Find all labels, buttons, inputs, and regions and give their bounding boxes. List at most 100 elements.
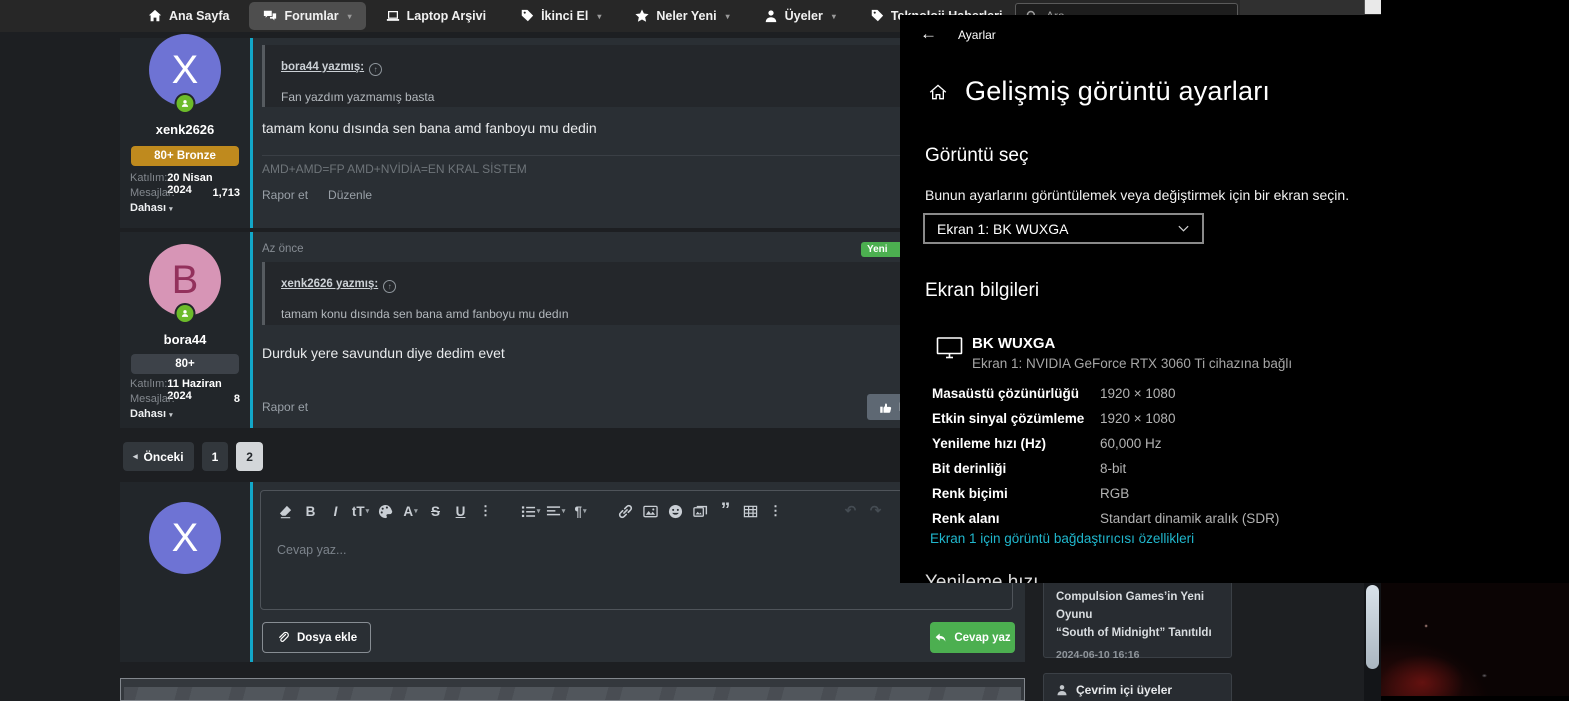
prev-label: Önceki (143, 449, 184, 464)
home-icon (148, 9, 162, 23)
redo-icon[interactable]: ↷ (865, 500, 886, 522)
info-label: Renk alanı (932, 511, 1000, 526)
pilcrow-glyph: ¶ (574, 503, 582, 519)
insert-media-icon[interactable] (690, 500, 711, 522)
user-messages-row: Mesajlar: 1,713 (130, 187, 240, 199)
banner-artwork (124, 687, 1021, 700)
list-button[interactable]: ▾ (520, 500, 541, 522)
paragraph-format-button[interactable]: ¶ ▾ (570, 500, 591, 522)
submit-reply-button[interactable]: Cevap yaz (930, 622, 1015, 653)
smilies-icon[interactable] (665, 500, 686, 522)
info-value: Standart dinamik aralık (SDR) (1100, 511, 1280, 526)
nav-ana-sayfa[interactable]: Ana Sayfa (134, 0, 243, 32)
info-row-desktop-resolution: Masaüstü çözünürlüğü 1920 × 1080 (932, 386, 1539, 401)
laptop-icon (386, 9, 400, 23)
display-connection: Ekran 1: NVIDIA GeForce RTX 3060 Ti ciha… (972, 356, 1293, 371)
nav-neler-yeni[interactable]: Neler Yeni ▾ (621, 0, 743, 32)
prev-page-button[interactable]: ◂ Önceki (123, 442, 194, 471)
text-color-icon[interactable] (375, 500, 396, 522)
news-title-line1: Compulsion Games’in Yeni Oyunu (1056, 591, 1205, 621)
reply-arrow-icon (935, 633, 946, 642)
undo-icon[interactable]: ↶ (840, 500, 861, 522)
reply-user-column: X (120, 482, 250, 662)
nav-label: Üyeler (784, 9, 823, 23)
alignment-button[interactable]: ▾ (545, 500, 566, 522)
scrollbar-thumb[interactable] (1366, 585, 1379, 669)
post-1: X xenk2626 80+ Bronze Katılım: 20 Nisan … (120, 34, 1025, 228)
post-message: Durduk yere savundun diye dedim evet (262, 345, 505, 361)
quote-text: Fan yazdım yazmamış basta (281, 90, 435, 104)
font-size-button[interactable]: tT ▾ (350, 500, 371, 522)
bottom-banner (120, 678, 1025, 701)
remove-format-icon[interactable] (275, 500, 296, 522)
username[interactable]: bora44 (120, 332, 250, 347)
nav-laptop-arsivi[interactable]: Laptop Arşivi (372, 0, 500, 32)
user-more-toggle[interactable]: Dahası ▾ (130, 408, 173, 420)
chevron-down-icon: ▾ (725, 11, 730, 21)
star-icon (635, 9, 649, 23)
info-label: Etkin sinyal çözümleme (932, 411, 1085, 426)
username[interactable]: xenk2626 (120, 122, 250, 137)
info-row-color-space: Renk alanı Standart dinamik aralık (SDR) (932, 511, 1539, 526)
chevron-down-icon: ▾ (597, 11, 602, 21)
nav-label: Ana Sayfa (169, 9, 230, 23)
sidebar-online-card: Çevrim içi üyeler (1043, 673, 1232, 701)
user-rank-badge: 80+ (131, 354, 239, 374)
settings-home-icon[interactable] (928, 82, 948, 102)
quote-expand-icon[interactable]: ↑ (383, 280, 397, 293)
post-footer: Rapor et (262, 400, 308, 414)
back-button[interactable]: ← (920, 24, 937, 44)
italic-button[interactable]: I (325, 500, 346, 522)
page-1-button[interactable]: 1 (201, 442, 229, 471)
nav-uyeler[interactable]: Üyeler ▾ (750, 0, 850, 32)
nav-label: İkinci El (541, 9, 589, 23)
quote-author-link[interactable]: bora44 yazmış: (281, 61, 364, 73)
reply-card: X B I tT ▾ A ▾ S U ⋮ ▾ ▾ ¶ ▾ ” ⋮ ↶ ↷ Cev… (120, 482, 1025, 662)
caret-down-icon: ▾ (169, 206, 173, 213)
nav-label: Forumlar (284, 9, 339, 23)
edit-link[interactable]: Düzenle (328, 188, 372, 202)
insert-quote-icon[interactable]: ” (715, 500, 736, 522)
attach-label: Dosya ekle (297, 631, 358, 644)
insert-link-icon[interactable] (615, 500, 636, 522)
scrollbar-thumb-top[interactable] (1364, 0, 1381, 14)
settings-page-heading: Gelişmiş görüntü ayarları (965, 76, 1271, 106)
caret-down-icon: ▾ (169, 412, 173, 419)
bold-button[interactable]: B (300, 500, 321, 522)
chevron-down-icon: ▾ (347, 11, 352, 21)
more-options-icon[interactable]: ⋮ (475, 500, 496, 522)
caret-down-icon: ▾ (365, 508, 370, 515)
strikethrough-button[interactable]: S (425, 500, 446, 522)
font-family-button[interactable]: A ▾ (400, 500, 421, 522)
report-link[interactable]: Rapor et (262, 400, 308, 414)
insert-table-icon[interactable] (740, 500, 761, 522)
avatar[interactable]: X (149, 34, 221, 112)
display-select-dropdown[interactable]: Ekran 1: BK WUXGA (923, 213, 1204, 244)
caret-down-icon: ▾ (536, 508, 541, 515)
display-select-value: Ekran 1: BK WUXGA (937, 220, 1069, 237)
partial-section-heading: Yenileme hızı (925, 572, 1039, 583)
insert-image-icon[interactable] (640, 500, 661, 522)
person-icon (1057, 685, 1067, 696)
user-more-toggle[interactable]: Dahası ▾ (130, 202, 173, 214)
quote-author-link[interactable]: xenk2626 yazmış: (281, 278, 378, 290)
sidebar-news-card[interactable]: Compulsion Games’in Yeni Oyunu “South of… (1043, 577, 1232, 661)
info-row-refresh-rate: Yenileme hızı (Hz) 60,000 Hz (932, 436, 1539, 451)
avatar[interactable]: X (149, 502, 221, 574)
more-options-icon[interactable]: ⋮ (765, 500, 786, 522)
post-timestamp[interactable]: Az önce (262, 243, 304, 255)
quote-expand-icon[interactable]: ↑ (369, 63, 383, 76)
caret-down-icon: ▾ (561, 508, 566, 515)
chevron-down-icon: ▾ (831, 11, 836, 21)
avatar[interactable]: B (149, 244, 221, 322)
reply-input-placeholder[interactable]: Cevap yaz... (277, 543, 346, 557)
underline-button[interactable]: U (450, 500, 471, 522)
report-link[interactable]: Rapor et (262, 188, 308, 202)
online-status-icon (176, 305, 194, 322)
tag-icon (520, 9, 534, 23)
nav-ikinci-el[interactable]: İkinci El ▾ (506, 0, 615, 32)
attach-file-button[interactable]: Dosya ekle (262, 622, 372, 653)
page-2-button[interactable]: 2 (236, 442, 263, 471)
nav-forumlar[interactable]: Forumlar ▾ (249, 2, 366, 30)
display-adapter-link[interactable]: Ekran 1 için görüntü bağdaştırıcısı özel… (930, 531, 1194, 546)
